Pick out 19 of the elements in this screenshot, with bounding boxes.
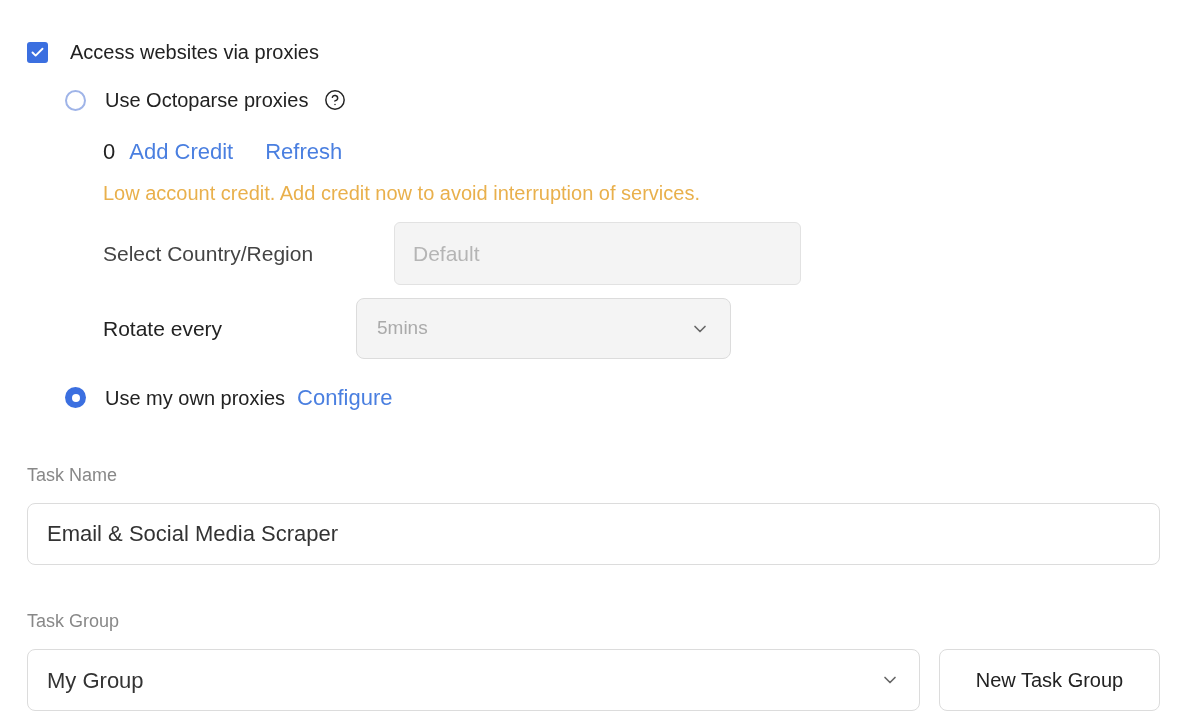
warning-text: Low account credit. Add credit now to avoid interruption of services.: [103, 181, 701, 206]
rotate-label: Rotate every: [103, 315, 224, 342]
help-icon[interactable]: [324, 89, 347, 111]
country-label: Select Country/Region: [103, 240, 315, 267]
radio-button[interactable]: [65, 387, 86, 408]
task-group-dropdown[interactable]: My Group: [27, 649, 920, 711]
field-label: Task Group: [27, 610, 121, 633]
refresh-link[interactable]: Refresh: [265, 135, 343, 168]
checkbox[interactable]: [27, 41, 48, 63]
radio-button[interactable]: [65, 89, 86, 111]
new-task-group-button[interactable]: New Task Group: [939, 649, 1160, 711]
radio-label: Use my own proxies: [105, 385, 286, 411]
radio-label: Use Octoparse proxies: [105, 88, 309, 113]
configure-link[interactable]: Configure: [297, 381, 393, 414]
task-name-field[interactable]: Email & Social Media Scraper: [27, 503, 1160, 565]
credit-balance: 0: [103, 138, 116, 166]
checkbox-label: Access websites via proxies: [70, 40, 319, 65]
field-label: Task Name: [27, 464, 119, 487]
add-credit-link[interactable]: Add Credit: [129, 135, 234, 168]
